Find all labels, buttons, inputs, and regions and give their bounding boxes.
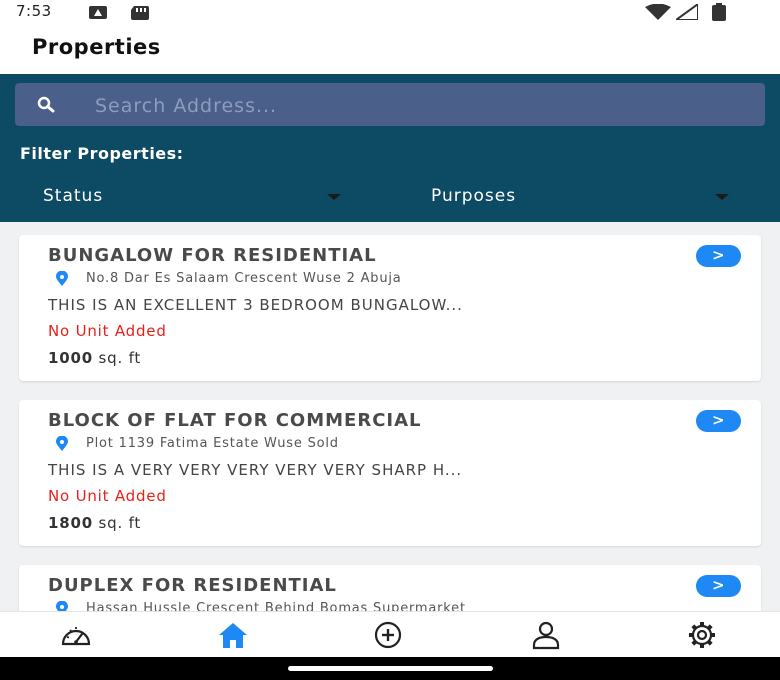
status-time: 7:53 xyxy=(16,2,52,20)
property-title: BLOCK OF FLAT FOR COMMERCIAL xyxy=(48,410,422,431)
wifi-icon xyxy=(645,3,671,24)
filter-label: Filter Properties: xyxy=(20,144,184,163)
property-units-status: No Unit Added xyxy=(48,487,167,505)
property-units-status: No Unit Added xyxy=(48,322,167,340)
chevron-down-icon xyxy=(715,194,729,200)
open-property-button[interactable]: > xyxy=(696,245,741,267)
property-address: No.8 Dar Es Salaam Crescent Wuse 2 Abuja xyxy=(86,271,402,286)
open-property-button[interactable]: > xyxy=(696,410,741,432)
status-dropdown-label: Status xyxy=(43,186,104,206)
search-input[interactable] xyxy=(93,88,747,123)
app-header: Properties xyxy=(0,24,780,74)
location-pin-icon xyxy=(54,435,70,456)
battery-icon xyxy=(712,3,726,25)
filter-panel: Filter Properties: Status Purposes xyxy=(0,74,780,222)
property-size-value: 1000 xyxy=(48,349,93,367)
property-title: BUNGALOW FOR RESIDENTIAL xyxy=(48,245,377,266)
property-address: Hassan Hussle Crescent Behind Bomas Supe… xyxy=(86,601,466,611)
purposes-dropdown[interactable]: Purposes xyxy=(431,186,732,210)
settings-icon[interactable] xyxy=(686,620,718,650)
property-description: THIS IS AN EXCELLENT 3 BEDROOM BUNGALOW.… xyxy=(48,296,463,314)
property-list[interactable]: BUNGALOW FOR RESIDENTIAL > No.8 Dar Es S… xyxy=(0,222,780,611)
property-card[interactable]: DUPLEX FOR RESIDENTIAL > Hassan Hussle C… xyxy=(19,565,761,611)
page-title: Properties xyxy=(32,35,161,59)
add-circle-icon[interactable] xyxy=(372,620,404,650)
open-property-button[interactable]: > xyxy=(696,575,741,597)
search-icon xyxy=(37,96,61,118)
search-box[interactable] xyxy=(15,83,765,126)
property-size-unit: sq. ft xyxy=(98,514,142,532)
property-size-value: 1800 xyxy=(48,514,93,532)
signal-icon xyxy=(672,2,699,24)
chevron-down-icon xyxy=(327,194,341,200)
gesture-bar xyxy=(0,657,780,680)
location-pin-icon xyxy=(54,270,70,291)
property-title: DUPLEX FOR RESIDENTIAL xyxy=(48,575,337,596)
bottom-nav xyxy=(0,611,780,658)
notification-icon xyxy=(89,5,107,24)
location-pin-icon xyxy=(54,600,70,611)
property-card[interactable]: BUNGALOW FOR RESIDENTIAL > No.8 Dar Es S… xyxy=(19,235,761,381)
status-dropdown[interactable]: Status xyxy=(43,186,344,210)
property-size: 1800 sq. ft xyxy=(48,514,141,532)
home-icon[interactable] xyxy=(217,620,249,650)
property-size-unit: sq. ft xyxy=(98,349,142,367)
property-card[interactable]: BLOCK OF FLAT FOR COMMERCIAL > Plot 1139… xyxy=(19,400,761,546)
status-bar: 7:53 xyxy=(0,0,780,24)
profile-icon[interactable] xyxy=(530,620,562,650)
property-description: THIS IS A VERY VERY VERY VERY VERY SHARP… xyxy=(48,461,463,479)
home-gesture-handle[interactable] xyxy=(288,666,493,671)
purposes-dropdown-label: Purposes xyxy=(431,186,517,206)
dashboard-icon[interactable] xyxy=(60,620,92,650)
sd-card-icon xyxy=(131,5,149,24)
property-address: Plot 1139 Fatima Estate Wuse Sold xyxy=(86,436,339,451)
property-size: 1000 sq. ft xyxy=(48,349,141,367)
